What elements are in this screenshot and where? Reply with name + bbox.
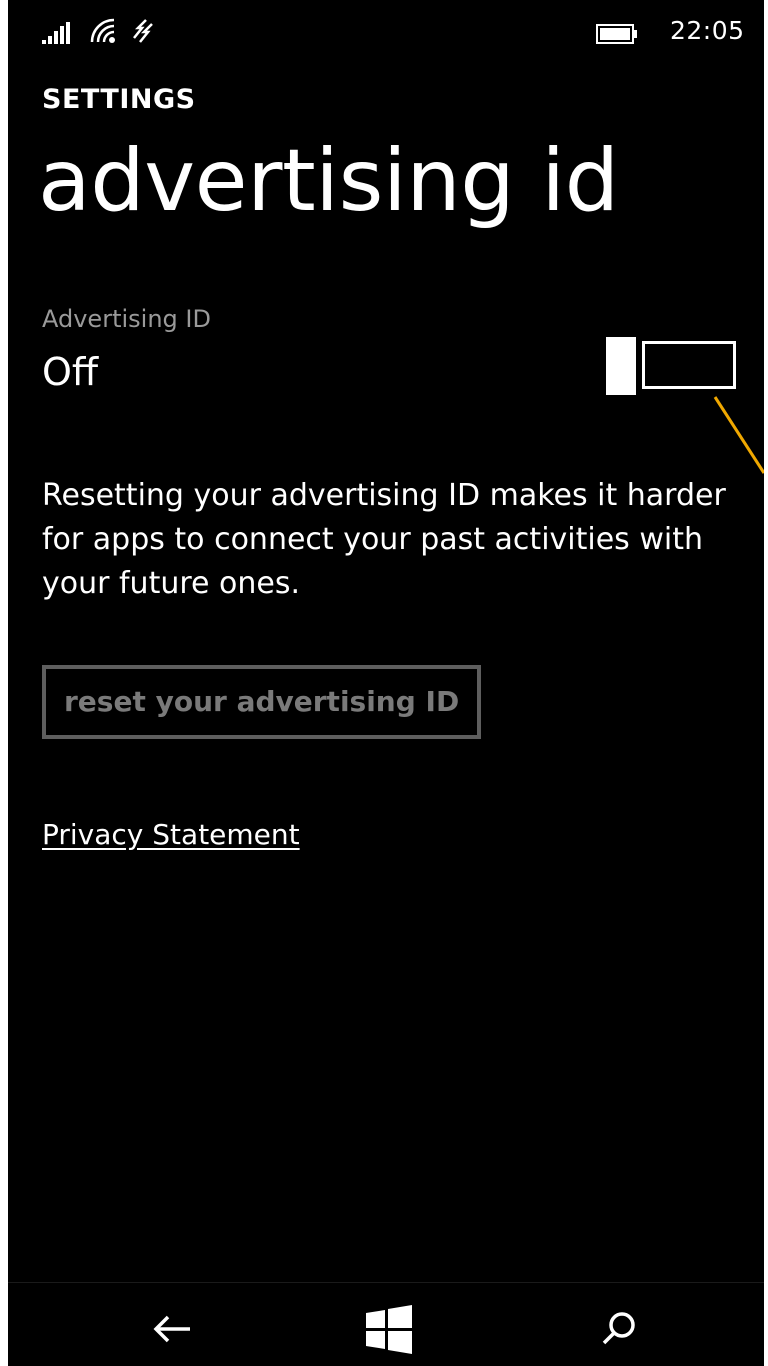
wifi-icon <box>90 18 115 43</box>
annotation-pointer-line <box>713 396 764 474</box>
status-bar: 22:05 <box>8 0 764 60</box>
status-clock: 22:05 <box>670 16 745 45</box>
signal-strength-icon <box>42 22 70 44</box>
reset-advertising-id-button[interactable]: reset your advertising ID <box>42 665 482 739</box>
battery-icon <box>596 24 637 44</box>
toggle-thumb[interactable] <box>606 337 636 395</box>
advertising-id-state: Off <box>42 350 99 394</box>
privacy-statement-link[interactable]: Privacy Statement <box>42 818 300 851</box>
page-title: advertising id <box>38 131 619 231</box>
advertising-id-label: Advertising ID <box>42 305 211 333</box>
description-text: Resetting your advertising ID makes it h… <box>42 478 726 601</box>
windows-start-icon[interactable] <box>358 1299 418 1359</box>
search-icon[interactable] <box>588 1299 648 1359</box>
phone-screen: 22:05 SETTINGS advertising id Advertisin… <box>8 0 764 1366</box>
app-title: SETTINGS <box>42 84 196 115</box>
advertising-id-toggle[interactable] <box>606 337 740 395</box>
navigation-bar <box>8 1282 764 1366</box>
back-arrow-icon[interactable] <box>144 1299 204 1359</box>
toggle-track <box>642 341 736 389</box>
data-connection-icon <box>133 19 153 43</box>
